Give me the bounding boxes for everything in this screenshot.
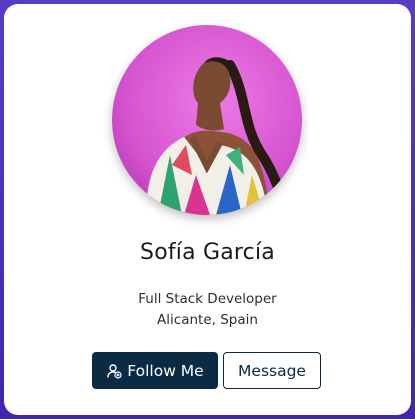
page-background: Sofía García Full Stack Developer Alican… [0,0,415,419]
user-plus-icon [106,363,122,379]
avatar [112,25,302,215]
profile-card: Sofía García Full Stack Developer Alican… [4,4,411,415]
profile-role: Full Stack Developer [138,291,277,307]
profile-location: Alicante, Spain [157,312,258,328]
message-button-label: Message [238,361,306,380]
follow-button[interactable]: Follow Me [92,352,218,389]
follow-button-label: Follow Me [127,361,204,380]
message-button[interactable]: Message [223,352,321,389]
profile-name: Sofía García [140,240,275,265]
avatar-photo [112,25,302,215]
